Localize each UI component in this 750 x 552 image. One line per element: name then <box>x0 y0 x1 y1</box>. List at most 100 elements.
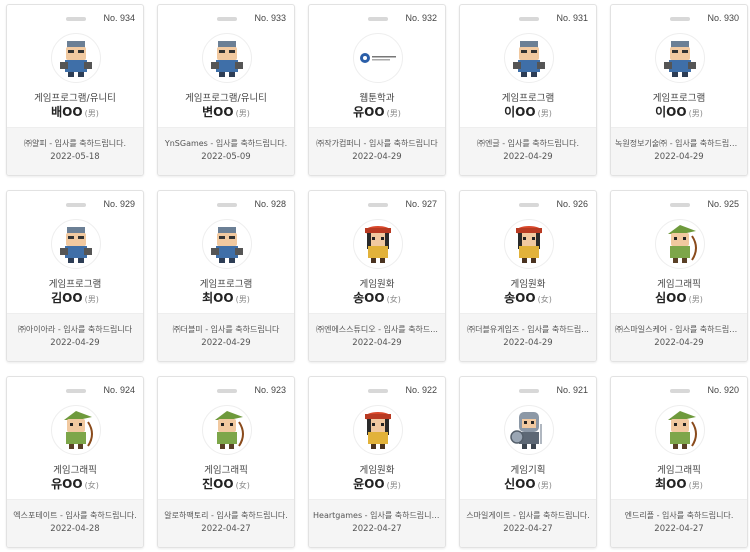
archer-character-icon <box>64 411 93 449</box>
hire-date: 2022-04-27 <box>352 524 402 534</box>
employment-card-12[interactable]: No. 923 게임그래픽 진OO (女) 알로하팩토리 - 입사를 축하드립니다… <box>157 376 295 548</box>
congrats-message: ㈜아이아라 - 입사를 축하드립니다 <box>17 325 133 334</box>
card-footer: ㈜아이아라 - 입사를 축하드립니다 2022-04-29 <box>7 313 143 361</box>
employment-card-2[interactable]: No. 933 게임프로그램/유니티 변OO (男) YnSGames - 입사를… <box>157 4 295 176</box>
gender-label: (男) <box>537 109 552 118</box>
employment-card-14[interactable]: No. 921 게임기획 신OO (男) 스마일게이트 - 입사를 축하드립니다.… <box>459 376 597 548</box>
badge-slot <box>66 389 86 393</box>
card-number: No. 927 <box>405 199 437 209</box>
gender-label: (男) <box>688 109 703 118</box>
student-name-text: 진OO <box>202 477 234 491</box>
employment-card-10[interactable]: No. 925 게임그래픽 심OO (男) ㈜스마일스케어 - 입사를 축하드립니… <box>610 190 748 362</box>
avatar <box>202 405 252 455</box>
department-label: 웹툰학과 <box>359 93 395 104</box>
department-label: 게임프로그램 <box>652 93 706 104</box>
hire-date: 2022-04-29 <box>352 152 402 162</box>
employment-card-6[interactable]: No. 929 게임프로그램 김OO (男) ㈜아이아라 - 입사를 축하드립니다… <box>6 190 144 362</box>
gender-label: (女) <box>235 481 250 490</box>
employment-card-7[interactable]: No. 928 게임프로그램 최OO (男) ㈜더블미 - 입사를 축하드립니다 … <box>157 190 295 362</box>
gender-label: (男) <box>537 481 552 490</box>
employment-card-13[interactable]: No. 922 게임원화 윤OO (男) Heartgames - 입사를 축하드… <box>308 376 446 548</box>
congrats-message: ㈜더블유게임즈 - 입사를 축하드립... <box>467 325 589 334</box>
congrats-message: 엑스포테이트 - 입사를 축하드립니다. <box>13 511 137 520</box>
badge-slot <box>368 389 388 393</box>
employment-card-1[interactable]: No. 934 게임프로그램/유니티 배OO (男) ㈜얄피 - 입사를 축하드립… <box>6 4 144 176</box>
student-name: 변OO (男) <box>158 103 294 120</box>
card-footer: ㈜더블유게임즈 - 입사를 축하드립... 2022-04-29 <box>460 313 596 361</box>
badge-slot <box>519 389 539 393</box>
card-footer: 엔드리플 - 입사를 축하드립니다. 2022-04-27 <box>611 499 747 547</box>
student-name-text: 변OO <box>202 105 234 119</box>
badge-slot <box>670 203 690 207</box>
employment-card-5[interactable]: No. 930 게임프로그램 이OO (男) 녹원정보기술㈜ - 입사를 축하드립… <box>610 4 748 176</box>
congrats-message: ㈜엔글 - 입사를 축하드립니다. <box>476 139 580 148</box>
card-number: No. 928 <box>254 199 286 209</box>
card-number: No. 934 <box>103 13 135 23</box>
card-footer: Heartgames - 입사를 축하드립니다. 2022-04-27 <box>309 499 445 547</box>
avatar <box>51 405 101 455</box>
gender-label: (女) <box>537 295 552 304</box>
employment-card-9[interactable]: No. 926 게임원화 송OO (女) ㈜더블유게임즈 - 입사를 축하드립..… <box>459 190 597 362</box>
hire-date: 2022-04-27 <box>503 524 553 534</box>
employment-card-15[interactable]: No. 920 게임그래픽 최OO (男) 엔드리플 - 입사를 축하드립니다. … <box>610 376 748 548</box>
student-name: 최OO (男) <box>158 289 294 306</box>
student-name-text: 최OO <box>655 477 687 491</box>
employment-card-grid: No. 934 게임프로그램/유니티 배OO (男) ㈜얄피 - 입사를 축하드립… <box>0 0 750 552</box>
archer-character-icon <box>668 411 697 449</box>
student-name: 송OO (女) <box>309 289 445 306</box>
badge-slot <box>368 17 388 21</box>
department-label: 게임프로그램 <box>199 279 253 290</box>
planner-character-icon <box>516 226 542 263</box>
hire-date: 2022-04-29 <box>50 338 100 348</box>
avatar <box>655 405 705 455</box>
congrats-message: 녹원정보기술㈜ - 입사를 축하드립니다. <box>615 139 743 148</box>
department-label: 게임기획 <box>510 465 546 476</box>
card-footer: ㈜얄피 - 입사를 축하드립니다. 2022-05-18 <box>7 127 143 175</box>
badge-slot <box>66 203 86 207</box>
avatar <box>504 219 554 269</box>
avatar <box>655 219 705 269</box>
congrats-message: ㈜엔에스스튜디오 - 입사를 축하드... <box>316 325 438 334</box>
student-name-text: 이OO <box>504 105 536 119</box>
congrats-message: YnSGames - 입사를 축하드립니다. <box>164 139 288 148</box>
avatar <box>202 219 252 269</box>
employment-card-4[interactable]: No. 931 게임프로그램 이OO (男) ㈜엔글 - 입사를 축하드립니다. … <box>459 4 597 176</box>
card-footer: 녹원정보기술㈜ - 입사를 축하드립니다. 2022-04-29 <box>611 127 747 175</box>
card-number: No. 924 <box>103 385 135 395</box>
hire-date: 2022-04-28 <box>50 524 100 534</box>
card-footer: ㈜엔에스스튜디오 - 입사를 축하드... 2022-04-29 <box>309 313 445 361</box>
card-number: No. 930 <box>707 13 739 23</box>
student-name-text: 최OO <box>202 291 234 305</box>
student-name: 이OO (男) <box>611 103 747 120</box>
avatar <box>655 33 705 83</box>
hire-date: 2022-05-18 <box>50 152 100 162</box>
avatar <box>202 33 252 83</box>
programmer-character-icon <box>60 41 92 77</box>
student-name-text: 배OO <box>51 105 83 119</box>
card-number: No. 929 <box>103 199 135 209</box>
hire-date: 2022-04-29 <box>654 338 704 348</box>
student-name-text: 윤OO <box>353 477 385 491</box>
department-label: 게임원화 <box>359 279 395 290</box>
department-label: 게임그래픽 <box>204 465 248 476</box>
card-footer: 스마일게이트 - 입사를 축하드립니다. 2022-04-27 <box>460 499 596 547</box>
student-name-text: 송OO <box>504 291 536 305</box>
employment-card-11[interactable]: No. 924 게임그래픽 유OO (女) 엑스포테이트 - 입사를 축하드립니다… <box>6 376 144 548</box>
employment-card-3[interactable]: No. 932 웹툰학과 유OO (男) ㈜작가컴퍼니 - 입사를 축하드립니다 … <box>308 4 446 176</box>
student-name: 심OO (男) <box>611 289 747 306</box>
student-name: 신OO (男) <box>460 475 596 492</box>
congrats-message: ㈜작가컴퍼니 - 입사를 축하드립니다 <box>316 139 438 148</box>
congrats-message: Heartgames - 입사를 축하드립니다. <box>313 511 441 520</box>
student-name: 배OO (男) <box>7 103 143 120</box>
student-name: 김OO (男) <box>7 289 143 306</box>
gender-label: (男) <box>386 481 401 490</box>
student-name: 진OO (女) <box>158 475 294 492</box>
employment-card-8[interactable]: No. 927 게임원화 송OO (女) ㈜엔에스스튜디오 - 입사를 축하드..… <box>308 190 446 362</box>
department-label: 게임그래픽 <box>53 465 97 476</box>
department-label: 게임프로그램 <box>48 279 102 290</box>
programmer-character-icon <box>211 227 243 263</box>
student-name: 최OO (男) <box>611 475 747 492</box>
card-footer: 알로하팩토리 - 입사를 축하드립니다. 2022-04-27 <box>158 499 294 547</box>
knight-character-icon <box>510 412 542 449</box>
card-footer: ㈜작가컴퍼니 - 입사를 축하드립니다 2022-04-29 <box>309 127 445 175</box>
